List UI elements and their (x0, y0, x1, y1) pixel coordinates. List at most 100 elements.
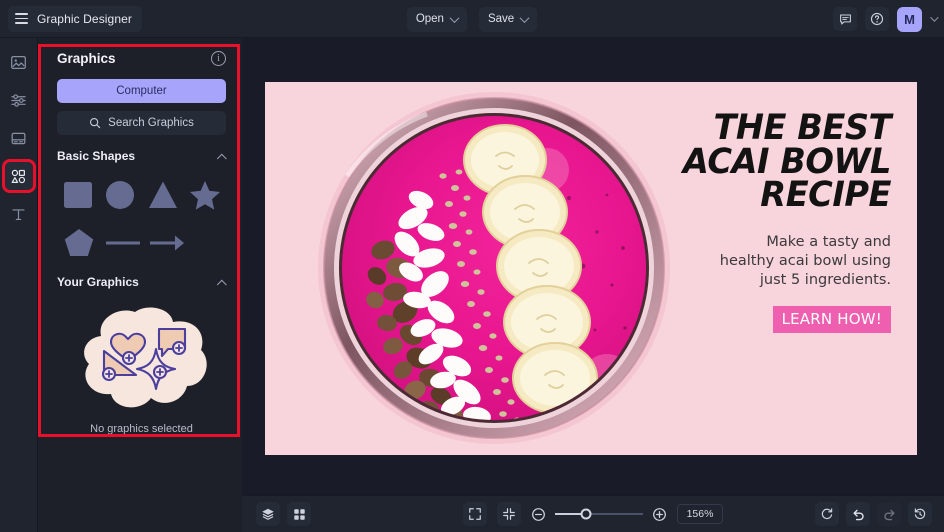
fit-to-screen-button[interactable] (496, 502, 521, 526)
sidebar-item-image[interactable] (5, 48, 33, 76)
reset-button[interactable] (815, 502, 839, 526)
comment-icon (839, 14, 851, 25)
zoom-slider-track[interactable] (554, 508, 643, 520)
hamburger-icon (15, 13, 28, 24)
redo-icon (883, 509, 895, 520)
zoom-slider-handle[interactable] (580, 508, 592, 520)
artboard[interactable]: THE BEST ACAI BOWL RECIPE Make a tasty a… (265, 82, 917, 455)
sidebar-item-adjustments[interactable] (5, 86, 33, 114)
section-title: Basic Shapes (57, 149, 136, 163)
app-root: Graphic Designer Open Save M Graphics i … (0, 0, 944, 532)
line-shape-icon (106, 241, 140, 245)
subcopy-line-2: healthy acai bowl using (719, 252, 891, 269)
shape-square[interactable] (57, 175, 99, 215)
top-bar: Graphic Designer Open Save M (0, 0, 944, 38)
info-icon[interactable]: i (211, 51, 226, 66)
layers-icon (262, 508, 274, 520)
source-computer-button[interactable]: Computer (57, 79, 226, 103)
circle-shape-icon (106, 181, 135, 209)
square-shape-icon (64, 182, 93, 208)
search-placeholder-label: Search Graphics (108, 117, 194, 129)
section-header-basic-shapes[interactable]: Basic Shapes (57, 149, 227, 164)
shape-row-2 (57, 223, 226, 263)
fit-to-screen-icon (502, 508, 515, 520)
account-chevron-down-icon[interactable] (930, 13, 939, 22)
zoom-level-value[interactable]: 156% (676, 504, 724, 524)
artboard-text-block: THE BEST ACAI BOWL RECIPE Make a tasty a… (669, 108, 892, 334)
layers-button[interactable] (256, 502, 280, 526)
chevron-up-icon[interactable] (216, 279, 227, 290)
chevron-down-icon (449, 12, 460, 23)
history-icon (914, 508, 926, 520)
arrow-shape-icon (150, 235, 184, 251)
open-label: Open (415, 13, 444, 25)
graphics-panel-body: Graphics i Computer Search Graphics Basi… (38, 38, 242, 435)
sidebar-item-text[interactable] (5, 200, 33, 228)
headline-line-2: ACAI BOWL (682, 141, 892, 182)
star-shape-icon (189, 181, 220, 210)
undo-button[interactable] (846, 502, 870, 526)
headline-line-1: THE BEST (713, 108, 891, 148)
history-button[interactable] (908, 502, 932, 526)
search-icon (90, 117, 101, 129)
text-icon (12, 208, 25, 220)
grid-icon (293, 508, 305, 520)
save-menu-button[interactable]: Save (478, 6, 538, 32)
triangle-shape-icon (148, 181, 177, 208)
redo-button[interactable] (877, 502, 901, 526)
shape-circle[interactable] (99, 175, 141, 215)
empty-state-illustration (57, 301, 226, 421)
shape-line[interactable] (101, 223, 145, 263)
shape-pentagon[interactable] (57, 223, 101, 263)
reset-icon (821, 508, 833, 520)
shape-row-1 (57, 175, 226, 215)
artboard-photo-area (265, 82, 670, 455)
top-bar-left: Graphic Designer (0, 5, 142, 32)
panel-header: Graphics i (57, 51, 226, 66)
graphics-placeholder-icon (83, 307, 207, 408)
search-input[interactable]: Search Graphics (57, 111, 226, 135)
app-title: Graphic Designer (37, 11, 132, 26)
grid-view-button[interactable] (287, 502, 311, 526)
fullscreen-button[interactable] (462, 502, 487, 526)
open-menu-button[interactable]: Open (406, 6, 467, 32)
comment-button[interactable] (833, 7, 857, 31)
bottom-bar: 156% (242, 495, 944, 532)
zoom-out-icon[interactable] (531, 507, 546, 522)
save-label: Save (487, 13, 515, 25)
help-icon (870, 12, 884, 26)
cta-button[interactable]: LEARN HOW! (772, 306, 891, 334)
bottom-bar-right (815, 502, 932, 526)
zoom-slider[interactable] (531, 507, 667, 522)
section-header-your-graphics[interactable]: Your Graphics (57, 275, 227, 290)
headline: THE BEST ACAI BOWL RECIPE (678, 108, 892, 216)
app-menu-button[interactable]: Graphic Designer (8, 5, 142, 32)
image-icon (11, 55, 26, 69)
subcopy-line-1: Make a tasty and (766, 233, 891, 250)
shape-arrow[interactable] (145, 223, 189, 263)
canvas-stage[interactable]: THE BEST ACAI BOWL RECIPE Make a tasty a… (242, 38, 944, 495)
shape-triangle[interactable] (142, 175, 184, 215)
zoom-in-icon[interactable] (652, 507, 667, 522)
bottom-bar-left (242, 502, 311, 526)
empty-state-label: No graphics selected (90, 423, 193, 435)
help-button[interactable] (865, 7, 889, 31)
headline-line-3: RECIPE (760, 175, 891, 216)
sidebar-item-layout[interactable] (5, 124, 33, 152)
shapes-icon (11, 169, 26, 183)
section-title: Your Graphics (57, 275, 139, 289)
page-title: Graphics (57, 51, 116, 66)
tool-rail (0, 38, 38, 532)
top-bar-right: M (833, 0, 939, 38)
layout-icon (11, 132, 26, 144)
undo-icon (852, 509, 864, 520)
avatar[interactable]: M (897, 6, 922, 32)
fullscreen-icon (468, 508, 481, 520)
sidebar-item-graphics[interactable] (1, 159, 36, 193)
chevron-down-icon (519, 12, 530, 23)
sliders-icon (11, 93, 26, 107)
acai-bowl-photo (307, 82, 682, 455)
chevron-up-icon[interactable] (216, 153, 227, 164)
subcopy: Make a tasty and healthy acai bowl using… (669, 233, 891, 290)
shape-star[interactable] (184, 175, 226, 215)
